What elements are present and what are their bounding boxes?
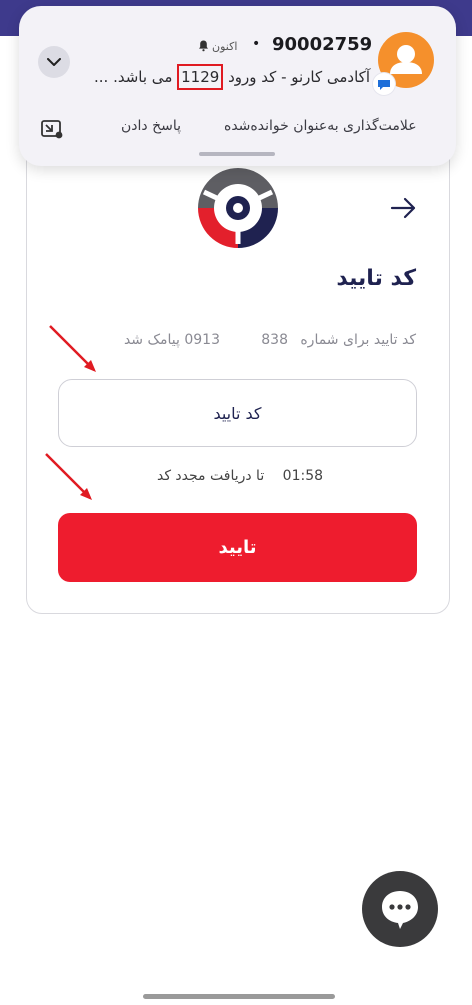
code-input-wrapper (58, 379, 417, 447)
chevron-down-icon (47, 57, 61, 66)
notification-time: اکنون (212, 40, 238, 53)
verification-code-input[interactable] (59, 380, 416, 446)
phone-suffix: 838 (261, 332, 288, 348)
resend-timer: 01:58 (282, 468, 324, 484)
chat-bubble-icon (378, 80, 390, 90)
otp-code-highlight: 1129 (177, 64, 224, 90)
notification-drag-handle[interactable] (199, 152, 275, 156)
sent-to-label: کد تایید برای شماره (300, 332, 416, 348)
notification-message: آکادمی کارنو - کد ورود 1129 می باشد. ... (94, 64, 370, 90)
resend-label: تا دریافت مجدد کد (156, 468, 265, 484)
message-app-badge (373, 73, 395, 95)
arrow-right-icon[interactable] (388, 194, 420, 222)
home-indicator[interactable] (143, 994, 335, 999)
submit-button[interactable]: تایید (58, 513, 417, 582)
expand-notification-button[interactable] (38, 46, 70, 78)
chat-bubble-icon (382, 891, 418, 929)
message-after: می باشد. ... (94, 68, 173, 86)
mark-as-read-action[interactable]: علامت‌گذاری به‌عنوان خوانده‌شده (224, 118, 417, 134)
notification-sender: 90002759 (272, 34, 373, 55)
message-before: آکادمی کارنو - کد ورود (228, 68, 370, 86)
screen: کد تایید کد تایید برای شماره 838 0913 پی… (0, 0, 472, 1005)
separator-dot: • (252, 36, 261, 52)
support-chat-button[interactable] (362, 871, 438, 947)
reply-action[interactable]: پاسخ دادن (121, 118, 181, 134)
sent-to-text: کد تایید برای شماره 838 0913 پیامک شد (46, 330, 416, 354)
resend-countdown: 01:58 تا دریافت مجدد کد (120, 468, 360, 492)
picture-in-picture-icon[interactable] (40, 118, 64, 140)
bell-off-icon (199, 40, 208, 52)
phone-prefix-sent: 0913 پیامک شد (123, 332, 220, 348)
page-title: کد تایید (336, 266, 416, 291)
carno-logo (194, 164, 282, 252)
